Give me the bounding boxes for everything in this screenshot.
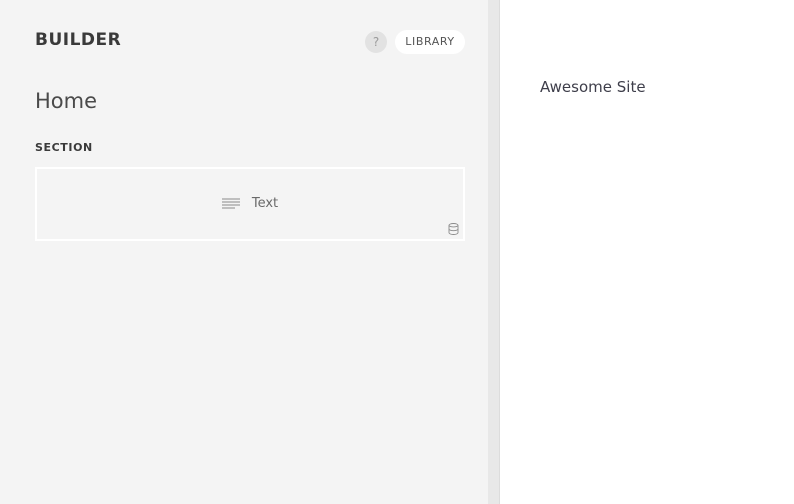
help-button[interactable]: ? — [365, 31, 387, 53]
site-preview: Awesome Site — [500, 0, 794, 504]
library-button[interactable]: LIBRARY — [395, 30, 465, 54]
site-title[interactable]: Awesome Site — [540, 78, 646, 96]
app-window: BUILDER ? LIBRARY Home SECTION Text Awes… — [0, 0, 794, 504]
database-icon[interactable] — [448, 223, 459, 235]
text-block-label: Text — [251, 196, 279, 211]
builder-panel: BUILDER ? LIBRARY Home SECTION Text — [0, 0, 488, 504]
panel-divider[interactable] — [488, 0, 500, 504]
text-block[interactable]: Text — [35, 167, 465, 241]
section-label: SECTION — [35, 141, 93, 154]
brand-title: BUILDER — [35, 30, 122, 50]
text-block-content: Text — [37, 196, 463, 211]
page-title: Home — [35, 89, 98, 113]
text-lines-icon — [221, 198, 240, 208]
